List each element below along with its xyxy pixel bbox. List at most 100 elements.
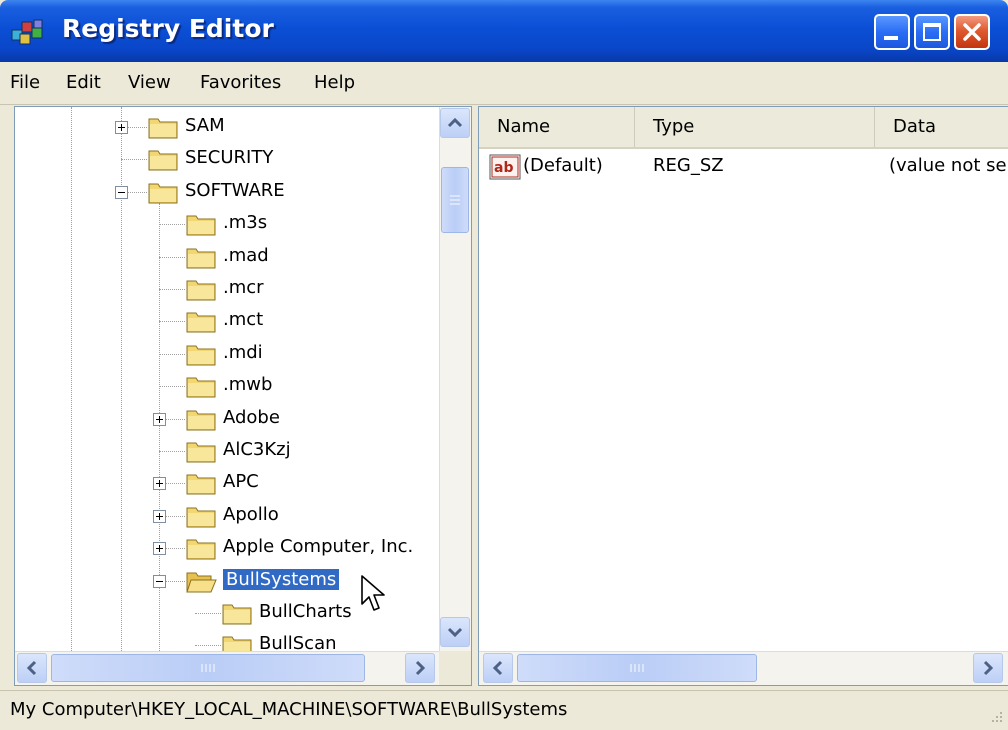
menu-favorites[interactable]: Favorites — [200, 72, 281, 93]
tree-item[interactable]: AlC3Kzj — [15, 437, 439, 467]
scroll-down-button[interactable] — [440, 617, 470, 647]
tree-item-label: .mad — [223, 245, 269, 266]
menu-edit[interactable]: Edit — [66, 72, 101, 93]
registry-editor-window: Registry Editor File Edit View Favorites… — [0, 0, 1008, 730]
tree-item[interactable]: .m3s — [15, 210, 439, 240]
tree-item[interactable]: Apple Computer, Inc. — [15, 534, 439, 564]
value-name: (Default) — [523, 155, 603, 176]
tree-item-label: SECURITY — [185, 147, 274, 168]
values-list-pane[interactable]: Name Type Data ab (Default) REG_SZ (valu… — [478, 106, 1008, 686]
scroll-right-button[interactable] — [405, 653, 435, 683]
tree-item[interactable]: SOFTWARE — [15, 178, 439, 208]
tree-item[interactable]: .mcr — [15, 275, 439, 305]
tree-item[interactable]: Adobe — [15, 405, 439, 435]
tree-horizontal-scrollbar[interactable] — [15, 651, 439, 685]
tree-item[interactable]: APC — [15, 469, 439, 499]
tree-hscroll-thumb[interactable] — [51, 654, 365, 682]
expand-plus-icon[interactable] — [153, 413, 166, 426]
menu-view[interactable]: View — [128, 72, 171, 93]
folder-icon — [222, 604, 252, 625]
menu-help[interactable]: Help — [314, 72, 355, 93]
tree-item-label: SOFTWARE — [185, 180, 285, 201]
tree-item-label: SAM — [185, 115, 225, 136]
tree-item-label: .mcr — [223, 277, 264, 298]
menu-file[interactable]: File — [10, 72, 40, 93]
tree-item[interactable]: BullScan — [15, 631, 439, 651]
chevron-right-icon — [415, 660, 426, 676]
tree-connector — [159, 257, 185, 258]
tree-connector — [159, 354, 185, 355]
scroll-up-button[interactable] — [440, 108, 470, 138]
folder-icon — [186, 507, 216, 528]
registry-editor-app-icon — [11, 19, 43, 45]
chevron-left-icon — [26, 660, 37, 676]
status-bar: My Computer\HKEY_LOCAL_MACHINE\SOFTWARE\… — [0, 690, 1008, 730]
column-header-type[interactable]: Type — [635, 107, 875, 147]
expand-plus-icon[interactable] — [153, 542, 166, 555]
title-bar[interactable]: Registry Editor — [0, 0, 1008, 62]
value-row[interactable]: ab (Default) REG_SZ (value not se — [479, 153, 1008, 183]
tree-connector — [159, 224, 185, 225]
tree-item-label: Adobe — [223, 407, 280, 428]
chevron-right-icon — [983, 660, 994, 676]
expand-plus-icon[interactable] — [153, 510, 166, 523]
chevron-up-icon — [447, 117, 463, 128]
tree-item[interactable]: SECURITY — [15, 145, 439, 175]
tree-item[interactable]: .mdi — [15, 340, 439, 370]
maximize-icon — [923, 23, 941, 41]
resize-grip-icon[interactable] — [986, 708, 1004, 726]
tree-item-label: .mct — [223, 309, 264, 330]
grip-lines-icon — [630, 664, 644, 672]
folder-icon — [186, 377, 216, 398]
chevron-down-icon — [447, 627, 463, 638]
tree-item-label: Apple Computer, Inc. — [223, 536, 414, 557]
tree-connector — [159, 289, 185, 290]
folder-open-icon — [186, 572, 217, 593]
registry-tree: SAM SECURITY SOFTWARE .m3s .mad .mcr .mct .mdi.… — [15, 107, 439, 651]
scroll-left-button[interactable] — [17, 653, 47, 683]
folder-icon — [186, 474, 216, 495]
folder-icon — [186, 539, 216, 560]
column-header-name[interactable]: Name — [479, 107, 635, 147]
svg-text:ab: ab — [494, 160, 513, 176]
value-data: (value not se — [889, 155, 1007, 176]
expand-plus-icon[interactable] — [153, 477, 166, 490]
scrollbar-corner — [439, 651, 471, 685]
tree-item-label: AlC3Kzj — [223, 439, 291, 460]
registry-tree-pane[interactable]: SAM SECURITY SOFTWARE .m3s .mad .mcr .mct .mdi.… — [14, 106, 472, 686]
folder-icon — [186, 312, 216, 333]
menu-bar: File Edit View Favorites Help — [0, 62, 1008, 105]
tree-item-label: .m3s — [223, 212, 268, 233]
list-hscroll-thumb[interactable] — [517, 654, 757, 682]
list-horizontal-scrollbar[interactable] — [479, 651, 1008, 685]
folder-icon — [148, 118, 178, 139]
tree-scroll-thumb[interactable] — [441, 167, 469, 233]
maximize-button[interactable] — [914, 14, 950, 50]
tree-item-label: APC — [223, 471, 259, 492]
scroll-right-button[interactable] — [973, 653, 1003, 683]
tree-item-label: BullCharts — [259, 601, 352, 622]
tree-connector — [159, 386, 185, 387]
tree-vertical-scrollbar[interactable] — [439, 107, 471, 651]
folder-icon — [186, 215, 216, 236]
close-button[interactable] — [954, 14, 990, 50]
string-value-icon: ab — [489, 154, 521, 180]
tree-item[interactable]: SAM — [15, 113, 439, 143]
scroll-left-button[interactable] — [483, 653, 513, 683]
column-header-data[interactable]: Data — [875, 107, 1008, 147]
tree-item-label: BullScan — [259, 633, 337, 651]
tree-connector — [195, 613, 221, 614]
folder-icon — [186, 280, 216, 301]
minimize-button[interactable] — [874, 14, 910, 50]
collapse-minus-icon[interactable] — [115, 186, 128, 199]
tree-item[interactable]: .mct — [15, 307, 439, 337]
tree-item[interactable]: .mwb — [15, 372, 439, 402]
expand-plus-icon[interactable] — [115, 121, 128, 134]
tree-connector — [121, 159, 147, 160]
chevron-left-icon — [492, 660, 503, 676]
mouse-pointer-icon — [361, 575, 385, 611]
folder-icon — [186, 248, 216, 269]
collapse-minus-icon[interactable] — [153, 575, 166, 588]
tree-item[interactable]: .mad — [15, 243, 439, 273]
tree-item[interactable]: Apollo — [15, 502, 439, 532]
